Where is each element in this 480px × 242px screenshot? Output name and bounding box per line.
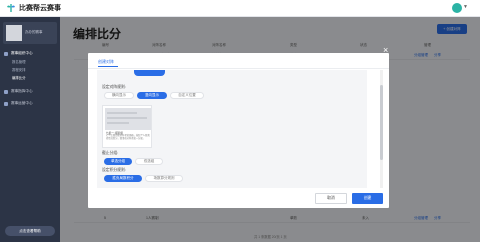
sidebar-subitem-scores[interactable]: 编排比分 [12,75,26,80]
layout-option[interactable]: 横向显示 [104,92,134,99]
help-button[interactable]: 点击查看帮助 [5,226,55,236]
chart-icon [4,101,8,106]
sidebar-item-label: 赛事指挥中心 [11,89,33,93]
score-option[interactable]: 胜负局数积分 [104,175,142,182]
sidebar-item-label: 赛事组织中心 [11,51,33,55]
grid-icon [4,51,8,56]
tab-create[interactable]: 创建对阵 [98,59,114,65]
sidebar-item-organize[interactable]: 赛事组织中心 [0,51,60,56]
score-option[interactable]: 场数算分规则 [145,175,183,182]
sidebar-item-operations[interactable]: 赛事运营中心 [0,101,60,106]
divider [88,68,389,69]
section-label: 截止分组: [102,151,119,155]
preview-description: 七个比赛组和对阵者管理器，按照个人参赛者情况划分，赛事和对阵者统一分配。 [106,135,150,140]
tab-underline [98,66,118,67]
brand-name: 比赛帮云赛事 [19,5,61,12]
selected-pill[interactable] [134,70,165,76]
sidebar: 办办的赛事 赛事组织中心 报名管理 赛程安排 编排比分 赛事指挥中心 赛事运营中… [0,17,60,242]
user-name: 办办的赛事 [25,30,43,34]
create-button[interactable]: 创建 [352,193,383,204]
layout-option[interactable]: 自定义位置 [170,92,204,99]
section-label: 设定对阵规则: [102,85,126,89]
sidebar-subitem-schedule[interactable]: 赛程安排 [12,67,26,72]
settings-panel: 设定对阵规则: 横向显示 竖向显示 自定义位置 七星一: 报名组 七个比赛组和对… [97,70,367,188]
monitor-icon [4,89,8,94]
logo-icon [6,3,16,13]
cut-option[interactable]: 双选组 [135,158,163,165]
cancel-button[interactable]: 取消 [315,193,347,204]
sidebar-item-label: 赛事运营中心 [11,101,33,105]
scrollbar-thumb[interactable] [380,85,383,160]
sidebar-subitem-signup[interactable]: 报名管理 [12,59,26,64]
avatar[interactable] [452,3,462,13]
layout-preview-card: 七星一: 报名组 七个比赛组和对阵者管理器，按照个人参赛者情况划分，赛事和对阵者… [102,105,152,148]
layout-option[interactable]: 竖向显示 [137,92,167,99]
section-label: 设定积分规则: [102,168,126,172]
user-card[interactable]: 办办的赛事 [3,22,57,44]
cut-option[interactable]: 单选分组 [104,158,132,165]
user-thumbnail [6,25,22,41]
create-match-dialog: 创建对阵 设定对阵规则: 横向显示 竖向显示 自定义位置 七星一: 报名组 七个… [88,53,389,208]
chevron-down-icon[interactable]: ▼ [463,4,468,10]
sidebar-item-command[interactable]: 赛事指挥中心 [0,89,60,94]
top-bar: 比赛帮云赛事 ▼ [0,0,480,17]
preview-image [105,108,151,130]
